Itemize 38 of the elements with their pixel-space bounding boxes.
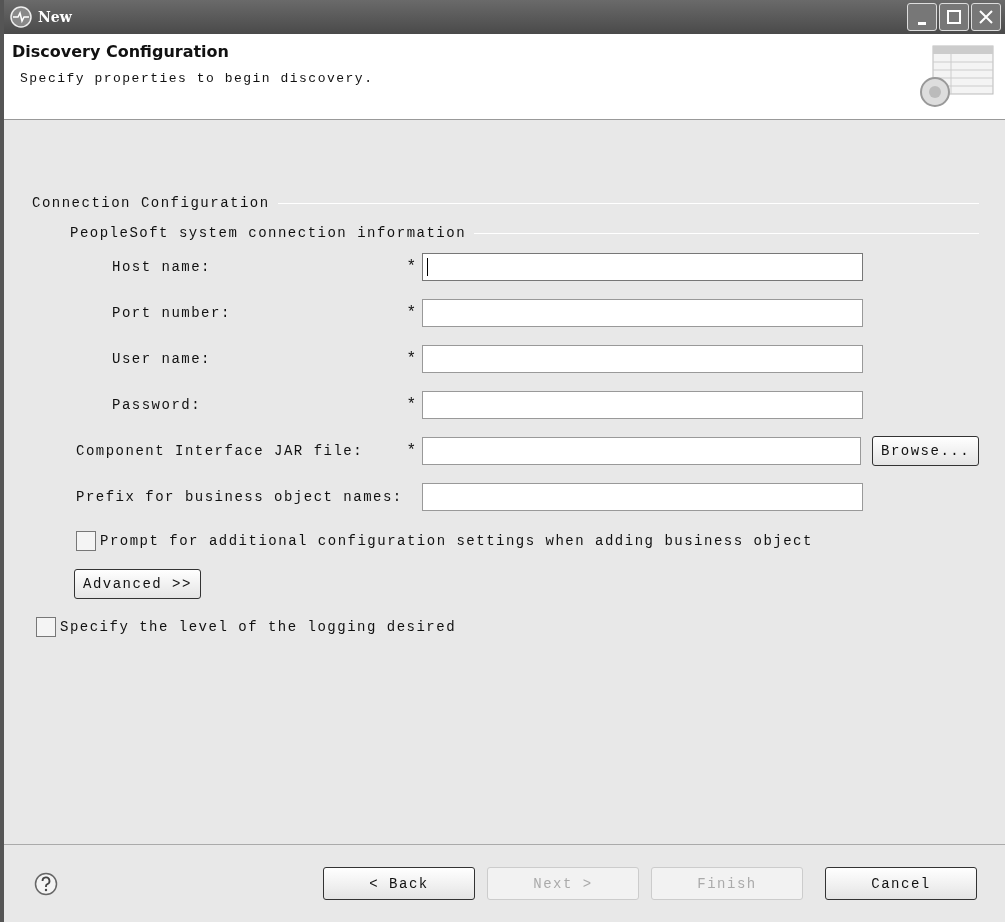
minimize-icon: [918, 21, 926, 25]
field-label: Host name:: [112, 259, 212, 275]
close-icon: [978, 9, 994, 25]
advanced-button[interactable]: Advanced >>: [74, 569, 201, 599]
browse-button[interactable]: Browse...: [872, 436, 979, 466]
checkbox[interactable]: [36, 617, 56, 637]
checkbox[interactable]: [76, 531, 96, 551]
app-icon: [10, 6, 32, 28]
checkbox-label: Prompt for additional configuration settings when adding business object: [100, 533, 813, 549]
group-legend: Connection Configuration: [32, 195, 270, 211]
window-title: New: [38, 9, 72, 25]
required-mark: *: [405, 442, 419, 460]
input-field[interactable]: [422, 437, 861, 465]
checkbox-label: Specify the level of the logging desired: [60, 619, 457, 635]
field-label: Port number:: [112, 305, 232, 321]
field-label: Component Interface JAR file:: [76, 443, 365, 459]
required-mark: *: [405, 396, 419, 414]
input-field[interactable]: [422, 345, 863, 373]
minimize-button[interactable]: [907, 3, 937, 31]
maximize-button[interactable]: [939, 3, 969, 31]
input-field[interactable]: [422, 253, 863, 281]
help-icon[interactable]: [34, 871, 58, 896]
input-field[interactable]: [422, 483, 863, 511]
page-description: Specify properties to begin discovery.: [19, 71, 375, 86]
maximize-icon: [946, 9, 962, 25]
field-label: Password:: [112, 397, 203, 413]
field-label: User name:: [112, 351, 212, 367]
required-mark: *: [405, 350, 419, 368]
input-field[interactable]: [422, 299, 863, 327]
page-title: Discovery Configuration: [12, 42, 230, 61]
wizard-button[interactable]: < Back: [323, 867, 475, 900]
field-label: Prefix for business object names:: [76, 489, 404, 505]
input-field[interactable]: [422, 391, 863, 419]
required-mark: *: [405, 304, 419, 322]
close-button[interactable]: [971, 3, 1001, 31]
wizard-button[interactable]: Cancel: [825, 867, 977, 900]
group-legend: PeopleSoft system connection information: [70, 225, 467, 241]
required-mark: *: [405, 258, 419, 276]
